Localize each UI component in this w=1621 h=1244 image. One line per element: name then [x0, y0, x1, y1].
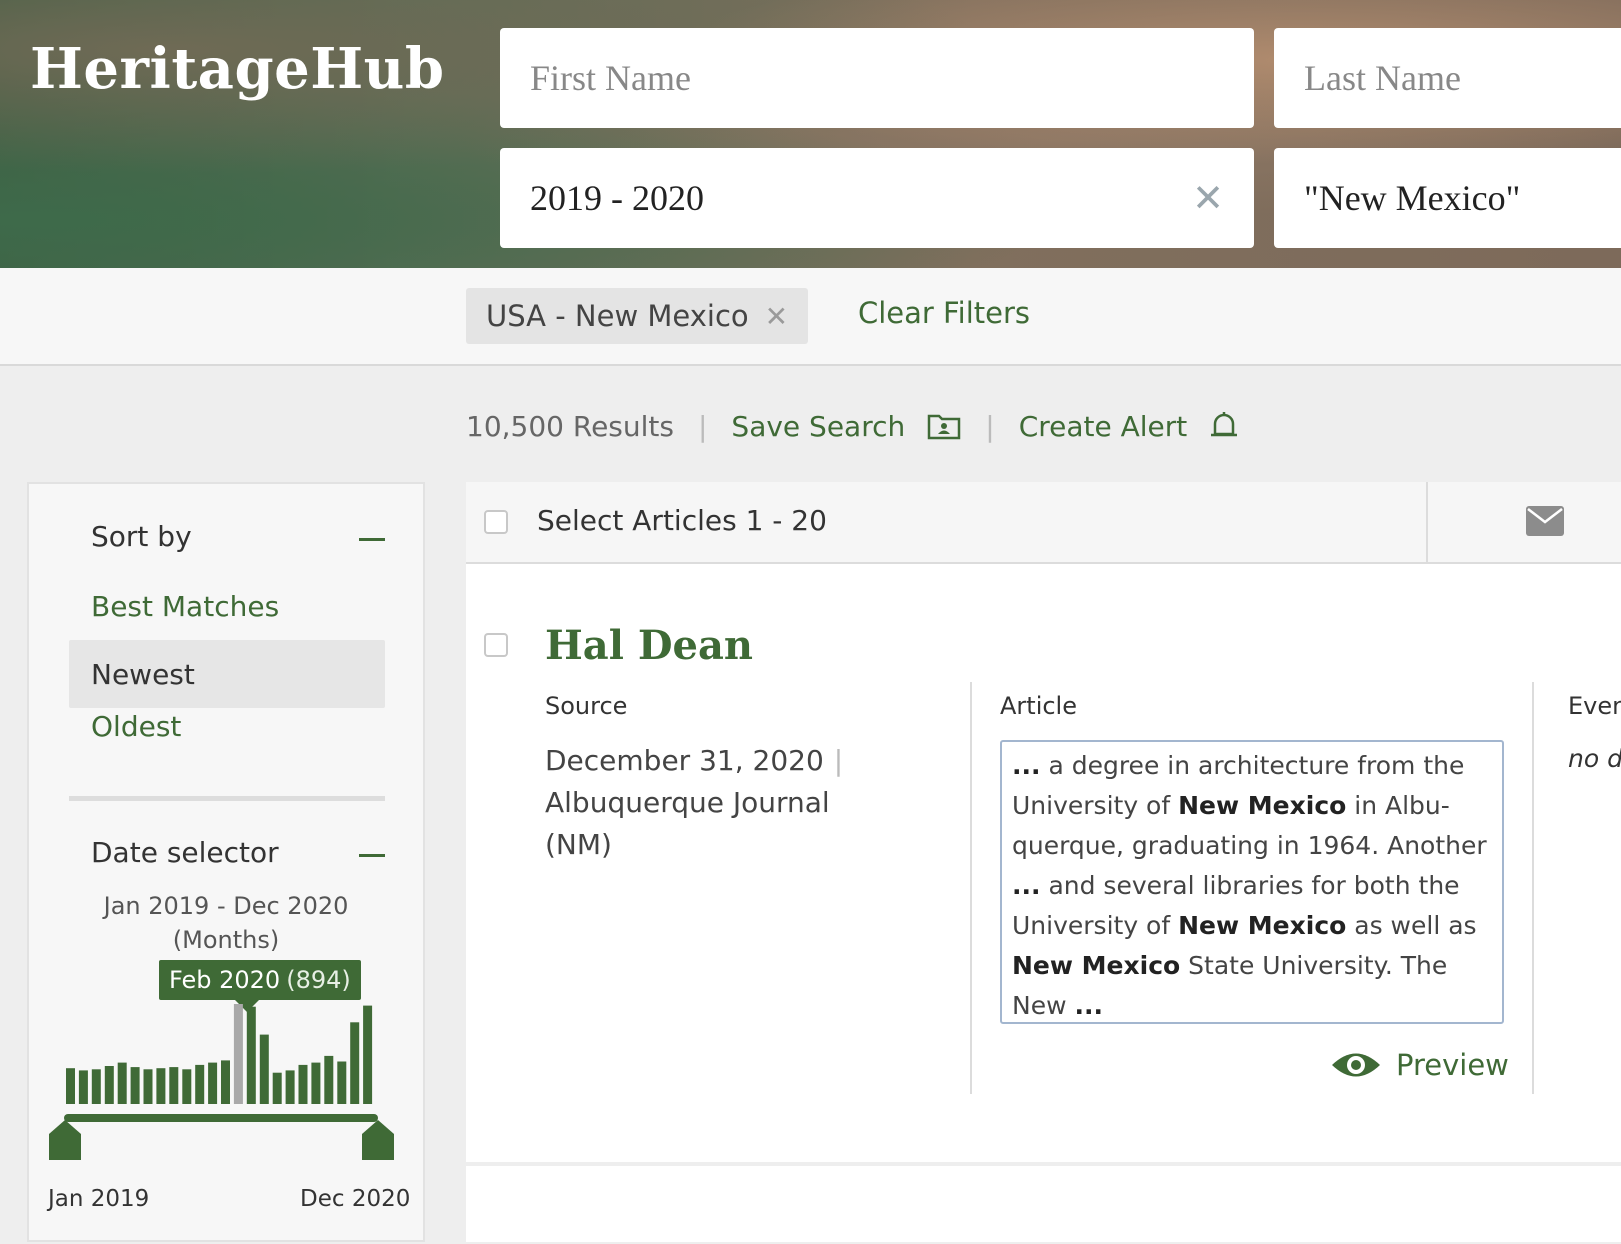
- histogram-bar[interactable]: [350, 1022, 360, 1104]
- save-search-link[interactable]: Save Search: [731, 410, 905, 443]
- divider: [970, 682, 972, 1094]
- date-range-field[interactable]: ✕: [500, 148, 1254, 248]
- histogram-bar[interactable]: [298, 1064, 308, 1104]
- select-articles-label: Select Articles 1 - 20: [537, 504, 827, 537]
- source-heading: Source: [545, 692, 628, 720]
- divider: [1426, 482, 1428, 562]
- histogram-bar[interactable]: [117, 1062, 127, 1104]
- event-heading: Event: [1568, 692, 1621, 720]
- histogram-bar[interactable]: [363, 1005, 373, 1104]
- snippet-highlight: ...: [1012, 871, 1041, 900]
- separator: |: [697, 409, 708, 443]
- histogram-bar[interactable]: [324, 1055, 334, 1104]
- histogram-bar[interactable]: [311, 1062, 321, 1104]
- filter-chip-label: USA - New Mexico: [486, 299, 749, 333]
- results-count: 10,500 Results: [466, 409, 674, 443]
- slider-handle-start[interactable]: [49, 1120, 81, 1160]
- brand-logo[interactable]: HeritageHub: [30, 36, 445, 102]
- remove-filter-icon[interactable]: ✕: [765, 300, 788, 333]
- event-value: no date: [1568, 744, 1621, 773]
- location-input[interactable]: [1304, 148, 1604, 248]
- first-name-input[interactable]: [530, 28, 1224, 128]
- histogram-bar[interactable]: [233, 1004, 243, 1104]
- histogram-bar[interactable]: [182, 1069, 192, 1104]
- email-icon[interactable]: [1526, 506, 1564, 540]
- histogram-bar[interactable]: [104, 1066, 114, 1104]
- article-snippet[interactable]: ... a degree in architecture from the Un…: [1000, 740, 1504, 1024]
- snippet-highlight: New Mexico: [1178, 911, 1347, 940]
- header-banner: HeritageHub ✕: [0, 0, 1621, 268]
- bell-icon[interactable]: [1209, 410, 1239, 442]
- publication-name[interactable]: Albuquerque Journal (NM): [545, 786, 830, 861]
- slider-handle-end[interactable]: [362, 1120, 394, 1160]
- histogram-bar[interactable]: [208, 1062, 218, 1104]
- histogram-bar[interactable]: [221, 1060, 230, 1104]
- clear-date-icon[interactable]: ✕: [1192, 176, 1224, 220]
- date-histogram[interactable]: [29, 484, 423, 1244]
- separator: |: [985, 409, 995, 443]
- article-title[interactable]: Hal Dean: [545, 622, 753, 669]
- histogram-bar[interactable]: [337, 1061, 347, 1105]
- histogram-bar[interactable]: [143, 1069, 153, 1104]
- clear-filters-link[interactable]: Clear Filters: [858, 296, 1030, 330]
- histogram-bar[interactable]: [169, 1067, 179, 1104]
- axis-end-label: Dec 2020: [300, 1186, 411, 1212]
- axis-start-label: Jan 2019: [48, 1186, 150, 1212]
- preview-button[interactable]: Preview: [1330, 1048, 1509, 1082]
- folder-icon[interactable]: [927, 412, 961, 440]
- histogram-bar[interactable]: [259, 1034, 269, 1104]
- divider: [1532, 682, 1534, 1094]
- slider-track[interactable]: [64, 1114, 378, 1122]
- last-name-field[interactable]: [1274, 28, 1621, 128]
- histogram-bar[interactable]: [246, 1006, 256, 1104]
- histogram-bar[interactable]: [66, 1068, 75, 1104]
- separator: |: [833, 744, 844, 777]
- snippet-highlight: ...: [1012, 751, 1041, 780]
- histogram-bar[interactable]: [78, 1070, 88, 1104]
- histogram-bar[interactable]: [130, 1067, 140, 1104]
- snippet-text: as well as: [1346, 911, 1477, 940]
- date-range-input[interactable]: [530, 148, 1224, 248]
- filter-bar: USA - New Mexico ✕ Clear Filters: [0, 268, 1621, 366]
- location-field[interactable]: [1274, 148, 1621, 248]
- histogram-bar[interactable]: [272, 1072, 282, 1104]
- snippet-highlight: New Mexico: [1178, 791, 1347, 820]
- histogram-bar[interactable]: [156, 1068, 166, 1104]
- results-toolbar: 10,500 Results | Save Search | Create Al…: [466, 404, 1239, 448]
- histogram-bar[interactable]: [91, 1069, 101, 1104]
- snippet-highlight: New Mexico: [1012, 951, 1181, 980]
- filter-sidebar: Sort by Best Matches Newest Oldest Date …: [27, 482, 425, 1242]
- row-divider: [466, 1162, 1621, 1166]
- last-name-input[interactable]: [1304, 28, 1604, 128]
- article-date: December 31, 2020: [545, 744, 824, 777]
- first-name-field[interactable]: [500, 28, 1254, 128]
- histogram-bar[interactable]: [195, 1064, 205, 1104]
- eye-icon: [1332, 1053, 1380, 1077]
- histogram-bar[interactable]: [285, 1070, 295, 1104]
- filter-chip-location[interactable]: USA - New Mexico ✕: [466, 288, 809, 344]
- results-panel: Select Articles 1 - 20 Hal Dean Source D…: [466, 482, 1621, 1242]
- preview-label: Preview: [1396, 1048, 1509, 1082]
- source-info: December 31, 2020 | Albuquerque Journal (…: [545, 740, 845, 866]
- article-checkbox[interactable]: [484, 633, 508, 657]
- article-heading: Article: [1000, 692, 1077, 720]
- create-alert-link[interactable]: Create Alert: [1019, 410, 1188, 443]
- select-all-checkbox[interactable]: [484, 510, 508, 534]
- selection-bar: Select Articles 1 - 20: [466, 482, 1621, 564]
- snippet-highlight: ...: [1074, 991, 1103, 1020]
